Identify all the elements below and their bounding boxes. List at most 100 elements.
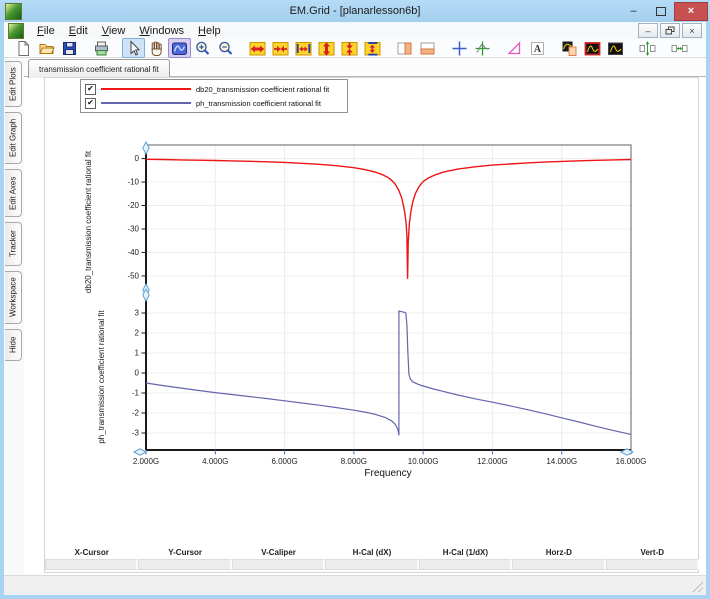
window-border-right <box>706 22 710 599</box>
sidebar-item-edit-graph[interactable]: Edit Graph <box>5 112 22 164</box>
menu-item-windows[interactable]: Windows <box>132 24 191 38</box>
mdi-minimize-icon[interactable]: – <box>638 23 658 38</box>
sidebar-item-edit-plots[interactable]: Edit Plots <box>5 61 22 107</box>
y-tick-label: -2 <box>132 409 140 418</box>
expand-horizontal-icon[interactable] <box>246 38 269 58</box>
cursor-value-cell <box>138 559 232 570</box>
pane-split-bottom-icon[interactable] <box>416 38 439 58</box>
cursor-value-cell <box>231 559 326 570</box>
expand-vertical-icon[interactable] <box>315 38 338 58</box>
y-tick-label: 1 <box>135 349 140 358</box>
cursor-col-v-caliper: V-Caliper <box>261 548 296 557</box>
menu-item-help[interactable]: Help <box>191 24 228 38</box>
window-border-bottom <box>0 595 710 599</box>
add-graph-icon[interactable] <box>558 38 581 58</box>
curve-tracker-icon[interactable] <box>471 38 494 58</box>
tab-strip: transmission coefficient rational fit <box>24 58 706 78</box>
legend-line-swatch <box>101 88 191 90</box>
maximize-box <box>655 6 666 16</box>
x-tick-label: 4.000G <box>202 457 228 466</box>
x-tick-label: 12.000G <box>477 457 508 466</box>
legend: ✔ db20_transmission coefficient rational … <box>80 79 348 113</box>
distribute-vertical-icon[interactable] <box>636 38 659 58</box>
axis-handle[interactable] <box>132 448 148 456</box>
resize-grip[interactable] <box>692 581 703 592</box>
y-tick-label: 3 <box>135 309 140 318</box>
fit-vertical-icon[interactable] <box>361 38 384 58</box>
menu-item-file[interactable]: File <box>30 24 62 38</box>
y-axis-label-phase: ph_transmission coefficient rational fit <box>97 310 106 444</box>
caliper-triangle-icon[interactable] <box>503 38 526 58</box>
chart-svg: 0 -10 -20 -30 -40 -50 3 2 1 0 -1 -2 -3 2.000G 4.000G 6.… <box>127 140 647 466</box>
statusbar <box>4 575 706 595</box>
sidebar: Edit Plots Edit Graph Edit Axes Tracker Work… <box>4 58 24 590</box>
cursor-col-y-cursor: Y-Cursor <box>168 548 203 557</box>
maximize-icon[interactable] <box>647 3 674 20</box>
menu-item-view[interactable]: View <box>95 24 133 38</box>
fit-horizontal-icon[interactable] <box>292 38 315 58</box>
shrink-horizontal-icon[interactable] <box>269 38 292 58</box>
sidebar-item-workspace[interactable]: Workspace <box>5 271 22 324</box>
legend-line-swatch <box>101 102 191 104</box>
sidebar-item-hide[interactable]: Hide <box>5 329 22 361</box>
select-pointer-icon[interactable] <box>122 38 145 58</box>
chart: 0 -10 -20 -30 -40 -50 3 2 1 0 -1 -2 -3 2.000G 4.000G 6.… <box>85 135 655 500</box>
cursor-table: X-Cursor Y-Cursor V-Caliper H-Cal (dX) H-Cal… <box>45 546 699 570</box>
titlebar: EM.Grid - [planarlesson6b] – × <box>0 0 710 22</box>
curve-db20 <box>145 158 632 280</box>
legend-label: ph_transmission coefficient rational fit <box>196 98 321 108</box>
document-icon <box>8 22 24 39</box>
y-axis-label-db20: db20_transmission coefficient rational f… <box>84 150 93 294</box>
axis-handle[interactable] <box>142 140 150 156</box>
mdi-close-icon[interactable]: × <box>682 23 702 38</box>
x-tick-label: 14.000G <box>546 457 577 466</box>
cursor-value-cell <box>512 559 606 570</box>
window-border-left <box>0 22 4 599</box>
x-tick-label: 6.000G <box>271 457 297 466</box>
x-tick-label: 2.000G <box>133 457 159 466</box>
menu-item-edit[interactable]: Edit <box>62 24 95 38</box>
graph-dark-icon[interactable] <box>604 38 627 58</box>
cursor-col-vert-d: Vert-D <box>640 548 665 557</box>
y-tick-label: -50 <box>127 271 139 280</box>
tab-transmission-coefficient[interactable]: transmission coefficient rational fit <box>28 59 170 78</box>
y-tick-label: 0 <box>135 154 140 163</box>
pane-split-right-icon[interactable] <box>393 38 416 58</box>
minimize-icon[interactable]: – <box>620 3 647 20</box>
plot-border <box>145 144 632 451</box>
zoom-out-icon[interactable] <box>214 38 237 58</box>
y-tick-label: -3 <box>132 429 140 438</box>
y-tick-label: -1 <box>132 389 140 398</box>
open-folder-icon[interactable] <box>35 38 58 58</box>
mdi-restore-icon[interactable] <box>660 23 680 38</box>
save-icon[interactable] <box>58 38 81 58</box>
x-tick-label: 10.000G <box>408 457 439 466</box>
text-label-icon[interactable]: A <box>526 38 549 58</box>
print-icon[interactable] <box>90 38 113 58</box>
cursor-value-cell <box>325 559 419 570</box>
y-tick-label: -10 <box>127 178 139 187</box>
sidebar-item-tracker[interactable]: Tracker <box>5 222 22 266</box>
sidebar-item-edit-axes[interactable]: Edit Axes <box>5 169 22 217</box>
graph-red-border-icon[interactable] <box>581 38 604 58</box>
new-document-icon[interactable] <box>12 38 35 58</box>
x-axis-label: Frequency <box>364 468 412 479</box>
x-tick-label: 16.000G <box>616 457 647 466</box>
window-title: EM.Grid - [planarlesson6b] <box>289 5 421 17</box>
cursor-value-cell <box>418 559 513 570</box>
cursor-col-horz-d: Horz-D <box>545 548 572 557</box>
y-tick-label: -40 <box>127 248 139 257</box>
legend-item: ✔ db20_transmission coefficient rational … <box>85 82 343 96</box>
distribute-horizontal-icon[interactable] <box>668 38 691 58</box>
legend-checkbox[interactable]: ✔ <box>85 97 96 109</box>
zoom-in-icon[interactable] <box>191 38 214 58</box>
crosshair-icon[interactable] <box>448 38 471 58</box>
close-icon[interactable]: × <box>674 1 708 21</box>
legend-checkbox[interactable]: ✔ <box>85 83 96 95</box>
y-tick-label: -20 <box>127 201 139 210</box>
plot-navigate-icon[interactable] <box>168 38 191 58</box>
pan-hand-icon[interactable] <box>145 38 168 58</box>
shrink-vertical-icon[interactable] <box>338 38 361 58</box>
svg-text:A: A <box>534 44 542 55</box>
y-tick-label: -30 <box>127 224 139 233</box>
